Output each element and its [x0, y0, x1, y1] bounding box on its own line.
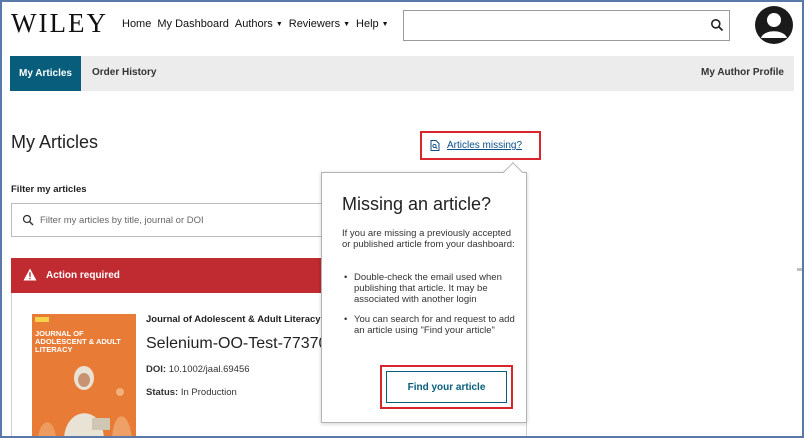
filter-placeholder: Filter my articles by title, journal or … [40, 215, 204, 226]
main-nav: Home My Dashboard Authors ▼ Reviewers ▼ He… [122, 18, 395, 30]
caret-down-icon: ▼ [275, 20, 283, 28]
scrollbar-marker[interactable] [797, 268, 804, 271]
caret-down-icon: ▼ [343, 20, 351, 28]
action-required-label: Action required [46, 270, 120, 281]
site-search-input[interactable] [403, 10, 730, 41]
nav-my-dashboard-label: My Dashboard [157, 18, 229, 30]
filter-articles-input[interactable]: Filter my articles by title, journal or … [11, 203, 331, 237]
search-icon[interactable] [710, 18, 724, 32]
caret-down-icon: ▼ [381, 20, 389, 28]
popover-tips-list: Double-check the email used when publish… [342, 272, 522, 345]
find-your-article-button[interactable]: Find your article [386, 371, 507, 403]
warning-icon [23, 268, 37, 281]
article-doi: DOI: 10.1002/jaal.69456 [146, 364, 250, 375]
doi-value: 10.1002/jaal.69456 [168, 364, 250, 375]
search-icon [22, 214, 34, 226]
page-title: My Articles [11, 132, 99, 152]
nav-help-label: Help [356, 18, 379, 30]
journal-cover-image: JOURNAL OF ADOLESCENT & ADULT LITERACY [32, 314, 136, 438]
find-article-highlight: Find your article [380, 365, 513, 409]
popover-tip: You can search for and request to add an… [342, 314, 522, 336]
user-avatar-icon[interactable] [754, 5, 794, 45]
journal-name: Journal of Adolescent & Adult Literacy [146, 314, 321, 325]
articles-missing-link[interactable]: Articles missing? [430, 140, 522, 151]
article-status: Status: In Production [146, 387, 237, 398]
popover-intro: If you are missing a previously accepted… [342, 228, 515, 250]
cover-title: JOURNAL OF ADOLESCENT & ADULT LITERACY [35, 329, 121, 354]
article-title[interactable]: Selenium-OO-Test-7737052 [146, 335, 322, 353]
nav-my-dashboard[interactable]: My Dashboard [157, 18, 229, 30]
nav-reviewers-label: Reviewers [288, 18, 341, 30]
nav-authors[interactable]: Authors ▼ [235, 18, 283, 30]
nav-home[interactable]: Home [122, 18, 151, 30]
nav-authors-label: Authors [234, 18, 273, 30]
nav-reviewers[interactable]: Reviewers ▼ [289, 18, 350, 30]
account-tabbar: My Articles Order History My Author Prof… [10, 56, 794, 91]
tab-my-articles[interactable]: My Articles [10, 56, 81, 91]
status-label: Status: [146, 387, 179, 398]
tab-order-history[interactable]: Order History [92, 67, 156, 78]
doi-label: DOI: [146, 364, 167, 375]
popover-tip: Double-check the email used when publish… [342, 272, 522, 305]
site-header: WILEY Home My Dashboard Authors ▼ Reviewe… [0, 0, 804, 56]
wiley-logo[interactable]: WILEY [11, 8, 108, 39]
filter-label: Filter my articles [11, 184, 87, 195]
nav-help[interactable]: Help ▼ [356, 18, 389, 30]
articles-missing-label: Articles missing? [447, 140, 523, 151]
nav-home-label: Home [122, 18, 152, 30]
document-search-icon [430, 140, 440, 151]
tab-my-author-profile[interactable]: My Author Profile [701, 67, 784, 78]
missing-article-popover: Missing an article? If you are missing a… [321, 172, 527, 423]
popover-title: Missing an article? [342, 194, 492, 214]
status-value: In Production [180, 387, 237, 398]
